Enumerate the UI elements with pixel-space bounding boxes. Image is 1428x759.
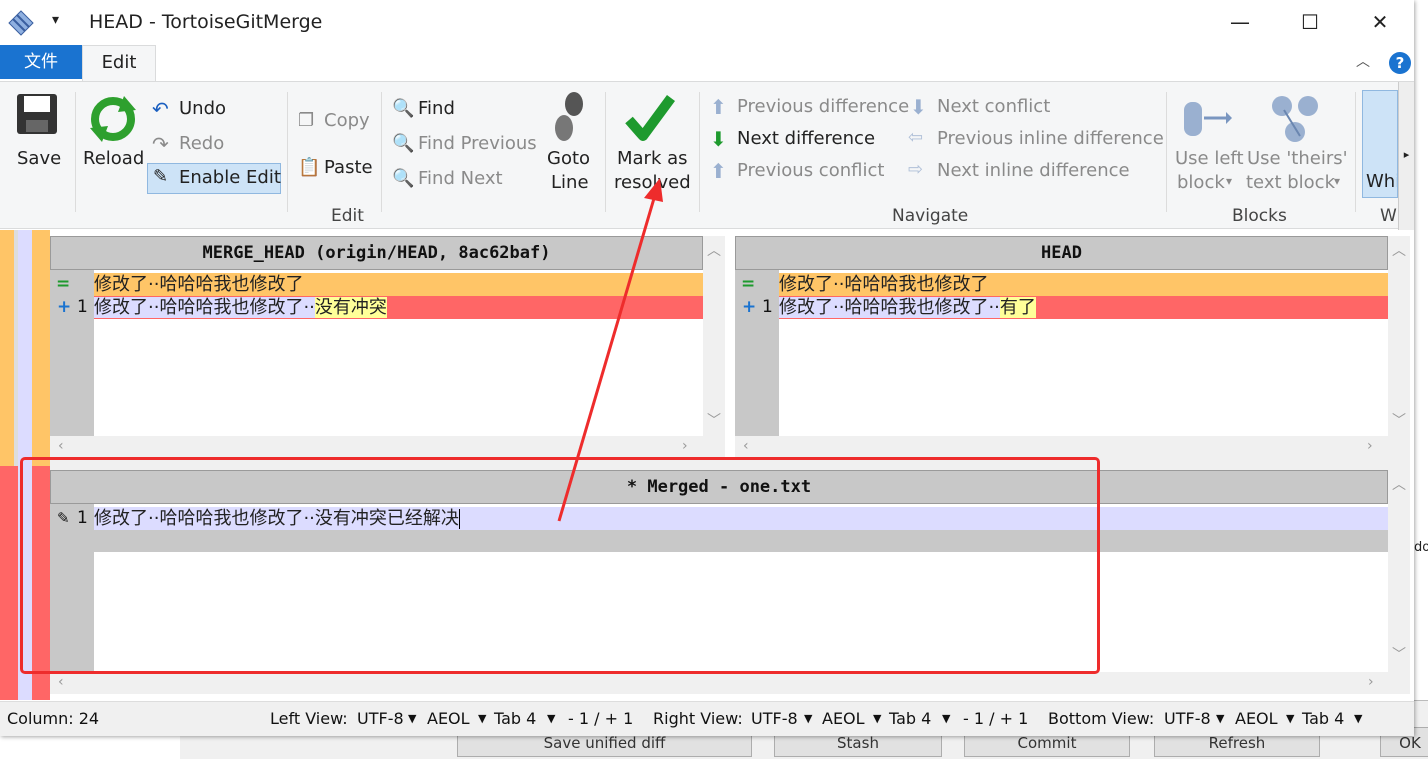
annotation-arrow bbox=[557, 178, 663, 522]
